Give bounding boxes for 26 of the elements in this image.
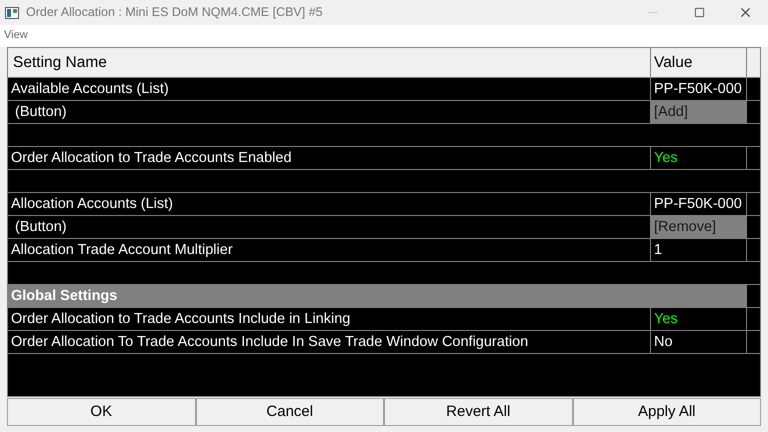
app-icon — [5, 6, 19, 18]
minimize-icon — [648, 12, 658, 13]
action-button[interactable]: [Remove] — [651, 216, 747, 238]
dialog-button[interactable]: Revert All — [384, 398, 572, 426]
maximize-icon — [694, 7, 704, 18]
setting-name: Order Allocation to Trade Accounts Include in Linking — [8, 308, 651, 330]
setting-value[interactable]: Yes — [651, 308, 747, 330]
dialog-button[interactable]: Apply All — [572, 398, 761, 426]
setting-value[interactable]: Yes — [651, 147, 747, 169]
setting-value[interactable]: PP-F50K-000 — [651, 193, 747, 215]
window-title: Order Allocation : Mini ES DoM NQM4.CME [CBV] #5 — [26, 4, 324, 22]
setting-name: Order Allocation to Trade Accounts Enabled — [8, 147, 651, 169]
action-button[interactable]: [Add] — [651, 101, 747, 123]
column-header[interactable]: Setting Name — [8, 48, 651, 77]
dialog-button[interactable]: Cancel — [196, 398, 384, 426]
column-header[interactable]: Value — [651, 48, 747, 77]
setting-value[interactable]: No — [651, 331, 747, 353]
setting-name: Allocation Accounts (List) — [8, 193, 651, 215]
dialog-button[interactable]: OK — [7, 398, 196, 426]
menu-item[interactable]: View — [4, 28, 28, 42]
section-header: Global Settings — [8, 285, 747, 307]
setting-value[interactable]: 1 — [651, 239, 747, 261]
setting-value[interactable]: PP-F50K-000 — [651, 78, 747, 100]
setting-name: Available Accounts (List) — [8, 78, 651, 100]
setting-name: Allocation Trade Account Multiplier — [8, 239, 651, 261]
setting-name: Order Allocation To Trade Accounts Include In Save Trade Window Configuration — [8, 331, 651, 353]
